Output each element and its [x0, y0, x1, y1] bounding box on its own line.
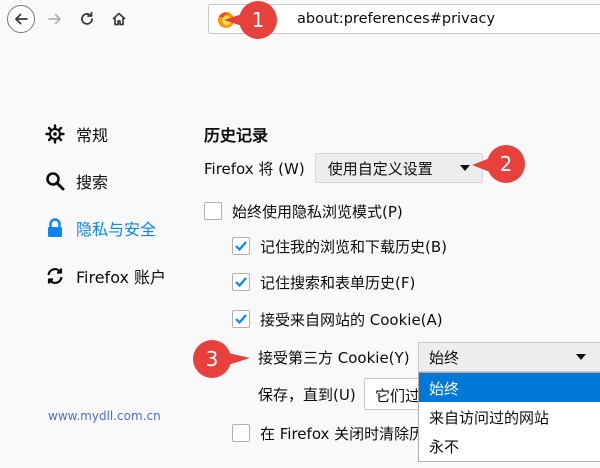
sidebar-item-label: 隐私与安全 — [76, 220, 157, 239]
remember-history-row[interactable]: 记住我的浏览和下载历史(B) — [232, 234, 447, 258]
home-button[interactable] — [104, 4, 134, 34]
remember-history-label: 记住我的浏览和下载历史(B) — [260, 237, 447, 256]
dropdown-option-never[interactable]: 永不 — [419, 431, 600, 460]
section-title-history: 历史记录 — [204, 126, 269, 145]
sidebar-item-label: 搜索 — [76, 173, 109, 192]
dropdown-option-visited[interactable]: 来自访问过的网站 — [419, 402, 600, 431]
remember-history-checkbox[interactable] — [232, 237, 250, 255]
lock-icon — [44, 217, 66, 239]
history-mode-select[interactable]: 使用自定义设置 — [314, 153, 483, 183]
reload-icon — [81, 11, 93, 25]
dropdown-arrow-icon — [459, 165, 470, 171]
accept-cookies-label: 接受来自网站的 Cookie(A) — [260, 310, 443, 329]
sidebar-item-firefox-account[interactable]: Firefox 账户 — [44, 262, 166, 290]
remember-search-checkbox[interactable] — [232, 273, 250, 291]
keep-until-label: 保存，直到(U) — [258, 385, 356, 404]
dropdown-arrow-icon — [576, 354, 586, 360]
clear-on-close-checkbox[interactable] — [232, 424, 250, 442]
forward-icon — [48, 13, 61, 25]
third-party-cookie-select[interactable]: 始终 — [418, 342, 600, 372]
sidebar-item-privacy[interactable]: 隐私与安全 — [44, 214, 156, 242]
callout-badge-2: 2 — [472, 144, 526, 184]
sidebar-item-label: Firefox 账户 — [76, 268, 167, 287]
callout-badge-3: 3 — [192, 339, 250, 379]
third-party-cookie-value: 始终 — [429, 348, 460, 367]
third-party-cookie-dropdown: 始终 来自访问过的网站 永不 — [418, 372, 600, 462]
watermark: www.mydll.com.cn — [48, 409, 161, 423]
sidebar-item-label: 常规 — [76, 126, 109, 145]
keep-until-row: 保存，直到(U) — [258, 381, 356, 407]
accept-cookies-checkbox[interactable] — [232, 310, 250, 328]
gear-icon — [44, 123, 66, 145]
home-icon — [112, 12, 126, 26]
keep-until-value: 它们过期 — [375, 387, 423, 405]
url-text: about:preferences#privacy — [297, 11, 496, 27]
third-party-cookie-label: 接受第三方 Cookie(Y) — [258, 348, 410, 367]
history-mode-label: Firefox 将 (W) — [204, 159, 305, 178]
always-private-checkbox[interactable] — [204, 202, 222, 220]
remember-search-row[interactable]: 记住搜索和表单历史(F) — [232, 270, 415, 294]
clear-on-close-label: 在 Firefox 关闭时清除历史 — [260, 424, 440, 443]
reload-button[interactable] — [72, 4, 102, 34]
history-mode-value: 使用自定义设置 — [327, 159, 433, 178]
back-icon — [7, 5, 35, 33]
back-button[interactable] — [6, 4, 36, 34]
dropdown-option-always[interactable]: 始终 — [419, 373, 600, 402]
sidebar-item-general[interactable]: 常规 — [44, 120, 108, 148]
history-mode-row: Firefox 将 (W) 使用自定义设置 — [204, 153, 483, 183]
checkmark-icon — [235, 314, 247, 324]
keep-until-select[interactable]: 它们过期 — [364, 378, 424, 410]
sidebar-item-search[interactable]: 搜索 — [44, 167, 108, 195]
forward-button[interactable] — [40, 4, 70, 34]
third-party-cookie-row: 接受第三方 Cookie(Y) — [258, 344, 410, 370]
checkmark-icon — [235, 241, 247, 251]
checkmark-icon — [235, 277, 247, 287]
accept-cookies-row[interactable]: 接受来自网站的 Cookie(A) — [232, 307, 443, 331]
callout-badge-1: 1 — [224, 0, 278, 40]
clear-on-close-row[interactable]: 在 Firefox 关闭时清除历史 — [232, 421, 440, 445]
always-private-label: 始终使用隐私浏览模式(P) — [232, 202, 403, 221]
search-icon — [44, 170, 66, 192]
sync-icon — [44, 265, 66, 287]
browser-toolbar: about:preferences#privacy — [0, 0, 600, 38]
always-private-row[interactable]: 始终使用隐私浏览模式(P) — [204, 199, 403, 223]
remember-search-label: 记住搜索和表单历史(F) — [260, 273, 416, 292]
